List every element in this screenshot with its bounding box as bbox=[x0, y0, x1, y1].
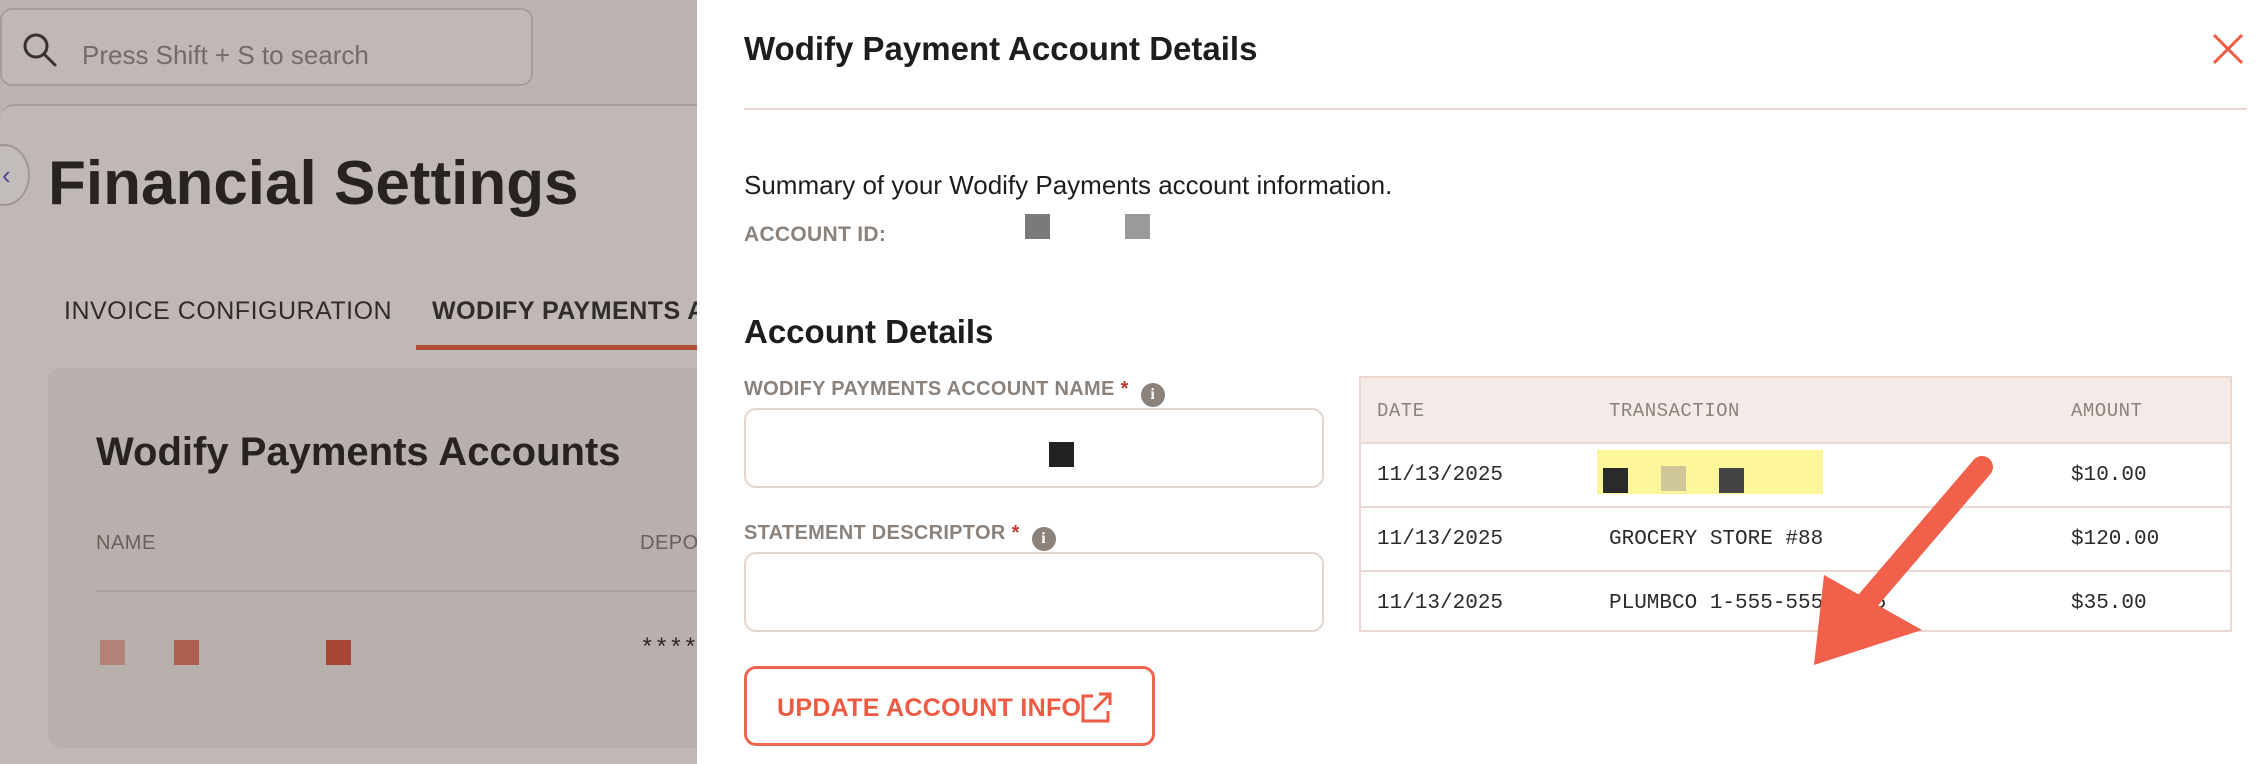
table-row: 11/13/2025 GROCERY STORE #88 $120.00 bbox=[1361, 506, 2230, 570]
account-details-heading: Account Details bbox=[744, 313, 994, 350]
account-id-label: ACCOUNT ID: bbox=[744, 223, 887, 246]
row-amount: $35.00 bbox=[2071, 592, 2147, 615]
transactions-table: DATE TRANSACTION AMOUNT 11/13/2025 $10.0… bbox=[1359, 376, 2232, 632]
column-header-amount: AMOUNT bbox=[2071, 400, 2143, 422]
statement-descriptor-label-text: STATEMENT DESCRIPTOR bbox=[744, 522, 1006, 544]
table-header: DATE TRANSACTION AMOUNT bbox=[1361, 378, 2230, 442]
row-transaction: GROCERY STORE #88 bbox=[1609, 528, 1824, 551]
info-icon[interactable]: i bbox=[1031, 527, 1056, 551]
modal-overlay[interactable] bbox=[0, 0, 697, 764]
column-header-date: DATE bbox=[1377, 400, 1425, 422]
annotation-arrow bbox=[1814, 456, 1993, 665]
update-account-info-button[interactable]: UPDATE ACCOUNT INFO bbox=[744, 666, 1155, 746]
row-date: 11/13/2025 bbox=[1377, 528, 1504, 551]
redaction-block bbox=[1719, 468, 1744, 493]
statement-descriptor-field[interactable] bbox=[744, 552, 1324, 632]
table-row: 11/13/2025 $10.00 bbox=[1361, 442, 2230, 506]
redaction-block bbox=[1049, 442, 1074, 467]
account-name-label-text: WODIFY PAYMENTS ACCOUNT NAME bbox=[744, 378, 1115, 400]
redaction-block bbox=[1125, 214, 1150, 239]
required-mark: * bbox=[1011, 522, 1020, 544]
row-date: 11/13/2025 bbox=[1377, 592, 1504, 615]
redaction-block bbox=[1603, 468, 1628, 493]
account-details-panel: Wodify Payment Account Details Summary o… bbox=[697, 0, 2262, 764]
external-link-icon bbox=[1081, 692, 1112, 723]
account-name-label: WODIFY PAYMENTS ACCOUNT NAME * i bbox=[744, 378, 1165, 407]
account-name-field[interactable] bbox=[744, 408, 1324, 488]
statement-descriptor-label: STATEMENT DESCRIPTOR * i bbox=[744, 522, 1056, 551]
info-icon[interactable]: i bbox=[1140, 383, 1165, 407]
panel-divider bbox=[744, 108, 2247, 110]
row-amount: $10.00 bbox=[2071, 464, 2147, 487]
update-account-info-label: UPDATE ACCOUNT INFO bbox=[777, 694, 1082, 722]
row-amount: $120.00 bbox=[2071, 528, 2160, 551]
table-row: 11/13/2025 PLUMBCO 1-555-555-5555 $35.00 bbox=[1361, 570, 2230, 634]
redaction-block bbox=[1025, 214, 1050, 239]
close-icon[interactable] bbox=[2211, 32, 2245, 66]
transaction-highlight bbox=[1597, 450, 1823, 494]
redaction-block bbox=[1661, 466, 1686, 491]
row-date: 11/13/2025 bbox=[1377, 464, 1504, 487]
summary-text: Summary of your Wodify Payments account … bbox=[744, 170, 1393, 200]
required-mark: * bbox=[1120, 378, 1129, 400]
panel-title: Wodify Payment Account Details bbox=[744, 30, 1258, 67]
column-header-transaction: TRANSACTION bbox=[1609, 400, 1740, 422]
